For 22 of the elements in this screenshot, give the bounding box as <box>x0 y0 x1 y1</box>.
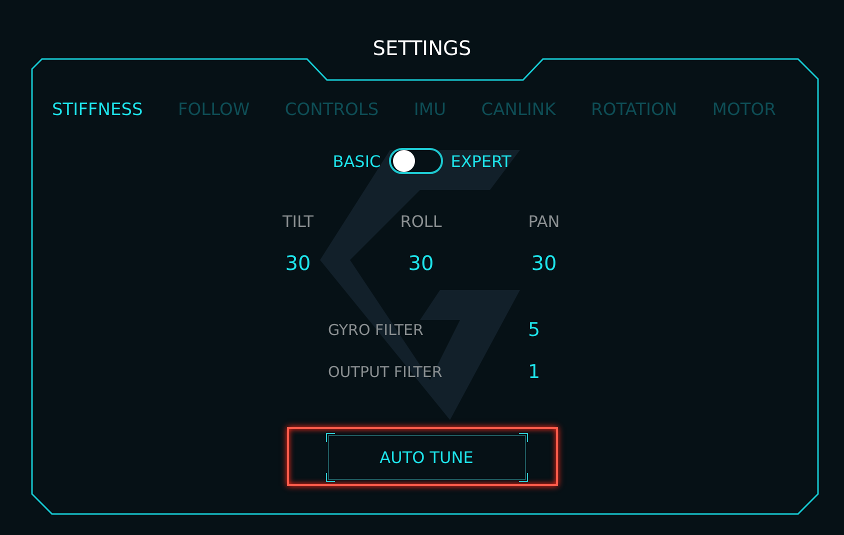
mode-label: BASIC <box>332 152 381 170</box>
tab[interactable]: CONTROLS <box>284 98 379 122</box>
axis-label: TILT <box>282 212 314 231</box>
axis-value: 30 <box>284 251 312 275</box>
tab[interactable]: FOLLOW <box>178 98 250 122</box>
tab[interactable]: STIFFNESS <box>52 98 143 122</box>
filter-value: 1 <box>528 361 542 383</box>
window-title: SETTINGS <box>372 36 472 60</box>
tab[interactable]: ROTATION <box>591 98 678 122</box>
tab[interactable]: IMU <box>414 98 446 122</box>
filter-label: GYRO FILTER <box>328 321 424 339</box>
filter-value: 5 <box>528 319 542 341</box>
axis-value: 30 <box>530 251 558 275</box>
axis-label: ROLL <box>399 212 443 231</box>
tab[interactable]: MOTOR <box>712 98 776 122</box>
axis-value: 30 <box>407 251 435 275</box>
mode-switch[interactable] <box>388 148 443 174</box>
auto-tune-button[interactable]: AUTO TUNE <box>328 435 526 480</box>
tab[interactable]: CANLINK <box>481 98 556 122</box>
axis-label: PAN <box>527 212 561 231</box>
mode-label: EXPERT <box>450 152 512 170</box>
filter-label: OUTPUT FILTER <box>328 363 444 381</box>
